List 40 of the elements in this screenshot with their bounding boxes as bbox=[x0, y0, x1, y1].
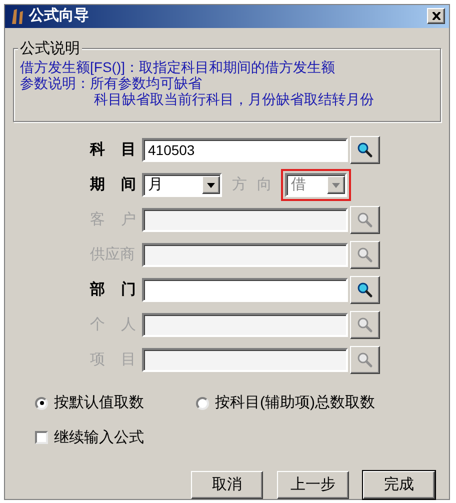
dropdown-arrow-icon bbox=[332, 182, 340, 188]
radio-option[interactable]: 按科目(辅助项)总数取数 bbox=[196, 392, 375, 414]
search-icon bbox=[357, 212, 373, 228]
field-label: 期 间 bbox=[90, 174, 138, 195]
close-icon bbox=[432, 12, 440, 20]
radio-option[interactable]: 按默认值取数 bbox=[35, 392, 144, 414]
dropdown[interactable]: 月 bbox=[142, 173, 222, 197]
input-field[interactable] bbox=[142, 278, 348, 302]
description-text: 科目缺省取当前行科目，月份缺省取结转月份 bbox=[93, 90, 375, 106]
input-field[interactable] bbox=[142, 313, 348, 337]
search-button[interactable] bbox=[350, 241, 380, 269]
search-button[interactable] bbox=[350, 206, 380, 234]
field-label: 科 目 bbox=[90, 140, 138, 160]
search-button[interactable] bbox=[350, 136, 380, 164]
search-icon bbox=[357, 352, 373, 368]
search-icon bbox=[357, 317, 373, 333]
field-label: 部 门 bbox=[90, 280, 138, 300]
dialog-button[interactable]: 上一步 bbox=[277, 471, 349, 499]
dialog-button[interactable]: 完成 bbox=[363, 471, 435, 499]
search-icon bbox=[357, 282, 373, 298]
dropdown-arrow-icon bbox=[207, 182, 215, 188]
search-icon bbox=[357, 142, 373, 158]
input-field[interactable] bbox=[142, 348, 348, 372]
app-icon bbox=[9, 7, 25, 26]
close-button[interactable] bbox=[427, 8, 445, 24]
input-field[interactable] bbox=[142, 243, 348, 267]
checkbox[interactable] bbox=[35, 431, 48, 444]
window-title: 公式向导 bbox=[29, 6, 90, 26]
input-field[interactable] bbox=[142, 208, 348, 232]
dialog-button[interactable]: 取消 bbox=[191, 471, 263, 499]
input-field[interactable]: 410503 bbox=[142, 138, 348, 162]
search-button[interactable] bbox=[350, 346, 380, 374]
radio-button[interactable] bbox=[196, 396, 209, 410]
description-text: 参数说明：所有参数均可缺省 bbox=[20, 74, 203, 90]
search-icon bbox=[357, 247, 373, 263]
search-button[interactable] bbox=[350, 311, 380, 339]
search-button[interactable] bbox=[350, 276, 380, 304]
checkbox-option[interactable]: 继续输入公式 bbox=[35, 426, 144, 449]
radio-button[interactable] bbox=[35, 396, 48, 410]
description-text: 借方发生额[FS()]：取指定科目和期间的借方发生额 bbox=[20, 58, 336, 74]
